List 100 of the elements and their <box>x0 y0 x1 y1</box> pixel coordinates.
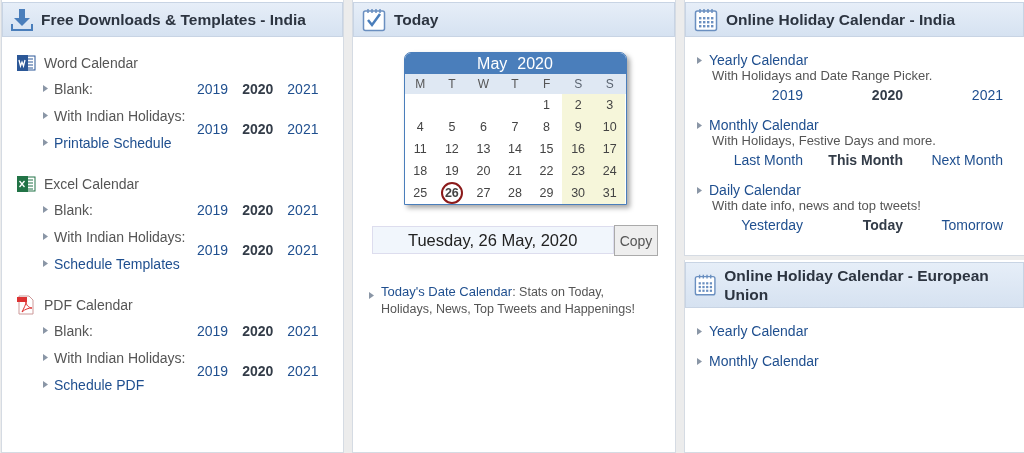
item-label: With Indian Holidays: <box>54 349 186 366</box>
bullet-icon <box>43 381 48 388</box>
year-link[interactable]: 2021 <box>287 242 319 258</box>
calendar-icon <box>694 273 717 297</box>
year-link[interactable]: 2021 <box>287 201 319 218</box>
description-text: With Holidays and Date Range Picker. <box>711 68 934 83</box>
year-link[interactable]: 2021 <box>287 322 319 339</box>
pdf-document-icon <box>16 295 36 315</box>
calendar-link[interactable]: Monthly Calendar <box>709 353 819 369</box>
weekday-label: T <box>510 76 520 93</box>
checked-calendar-icon <box>362 7 386 32</box>
calendar-month: May <box>477 54 508 74</box>
day-number[interactable]: 6 <box>479 120 487 134</box>
option-link[interactable]: This Month <box>828 152 903 168</box>
weekday-label: W <box>476 76 491 93</box>
day-number[interactable]: 3 <box>606 98 614 112</box>
bullet-icon <box>697 327 702 335</box>
option-link[interactable]: 2019 <box>771 87 803 103</box>
day-number[interactable]: 4 <box>416 120 424 134</box>
description-text: With date info, news and top tweets! <box>711 198 922 213</box>
day-number[interactable]: 25 <box>413 186 428 200</box>
year-link[interactable]: 2019 <box>197 363 229 379</box>
year-link[interactable]: 2020 <box>242 201 274 218</box>
calendar-icon <box>694 7 718 32</box>
bullet-icon <box>43 139 48 146</box>
day-number[interactable]: 12 <box>444 142 459 156</box>
year-link[interactable]: 2020 <box>242 363 274 379</box>
day-number[interactable]: 14 <box>508 142 522 156</box>
spreadsheet-icon <box>16 174 36 194</box>
panel-title: Online Holiday Calendar - India <box>726 10 956 29</box>
bullet-icon <box>43 85 48 92</box>
weekday-label: S <box>573 76 584 93</box>
calendar-link[interactable]: Daily Calendar <box>709 182 801 198</box>
weekday-label: F <box>541 76 552 93</box>
description-text: Today's Date Calendar: Stats on Today, Holidays, News, Top Tweets and Happenings! <box>381 283 636 318</box>
day-number[interactable]: 21 <box>508 164 522 178</box>
bullet-icon <box>697 186 702 194</box>
group-title: Excel Calendar <box>44 176 139 192</box>
calendar-link[interactable]: Yearly Calendar <box>709 323 809 339</box>
year-link[interactable]: 2019 <box>197 121 229 137</box>
day-number[interactable]: 27 <box>476 186 491 200</box>
calendar-link[interactable]: Monthly Calendar <box>709 117 819 133</box>
year-link[interactable]: 2020 <box>242 322 274 339</box>
item-link[interactable]: Schedule Templates <box>54 255 180 272</box>
panel-title: Today <box>394 10 439 29</box>
day-number[interactable]: 13 <box>476 142 491 156</box>
day-number[interactable]: 29 <box>539 186 554 200</box>
option-link[interactable]: Today <box>862 217 903 233</box>
day-number[interactable]: 22 <box>539 164 554 178</box>
item-link[interactable]: Printable Schedule <box>54 134 172 151</box>
day-number[interactable]: 7 <box>511 120 519 134</box>
day-number[interactable]: 2 <box>574 98 582 112</box>
year-link[interactable]: 2019 <box>197 322 229 339</box>
bullet-icon <box>43 112 48 119</box>
year-link[interactable]: 2019 <box>197 201 229 218</box>
calendar-link[interactable]: Yearly Calendar <box>709 52 809 68</box>
option-link[interactable]: 2021 <box>971 87 1003 103</box>
panel-title: Free Downloads & Templates - India <box>41 10 306 29</box>
group-title: Word Calendar <box>44 55 138 71</box>
day-number[interactable]: 28 <box>508 186 522 200</box>
day-number[interactable]: 19 <box>444 164 459 178</box>
copy-button[interactable]: Copy <box>613 225 659 256</box>
day-number[interactable]: 26 <box>440 182 463 204</box>
option-link[interactable]: Yesterday <box>741 217 803 233</box>
day-number[interactable]: 20 <box>476 164 491 178</box>
day-number[interactable]: 1 <box>543 98 551 112</box>
bullet-icon <box>43 206 48 213</box>
item-label: Blank: <box>54 201 93 218</box>
weekday-label: M <box>414 76 427 93</box>
bullet-icon <box>369 292 374 299</box>
option-link[interactable]: Next Month <box>931 152 1003 168</box>
year-link[interactable]: 2019 <box>197 242 229 258</box>
year-link[interactable]: 2020 <box>242 80 274 97</box>
day-number[interactable]: 8 <box>543 120 551 134</box>
year-link[interactable]: 2021 <box>287 363 319 379</box>
day-number[interactable]: 9 <box>574 120 582 134</box>
item-label: Blank: <box>54 322 93 339</box>
bullet-icon <box>697 357 702 365</box>
day-number[interactable]: 11 <box>413 142 427 156</box>
download-icon <box>11 8 33 31</box>
bullet-icon <box>697 121 702 129</box>
item-link[interactable]: Schedule PDF <box>54 376 145 393</box>
bullet-icon <box>43 233 48 240</box>
day-number[interactable]: 5 <box>448 120 456 134</box>
day-number[interactable]: 18 <box>413 164 428 178</box>
bullet-icon <box>43 260 48 267</box>
panel-title: Online Holiday Calendar - European Union <box>724 266 990 304</box>
year-link[interactable]: 2021 <box>287 121 319 137</box>
bullet-icon <box>697 56 702 64</box>
option-link[interactable]: Tomorrow <box>941 217 1003 233</box>
option-link[interactable]: 2020 <box>871 87 903 103</box>
year-link[interactable]: 2020 <box>242 121 274 137</box>
item-label: Blank: <box>54 80 93 97</box>
year-link[interactable]: 2020 <box>242 242 274 258</box>
date-field[interactable]: Tuesday, 26 May, 2020 <box>371 226 614 254</box>
option-link[interactable]: Last Month <box>733 152 803 168</box>
day-number[interactable]: 15 <box>539 142 554 156</box>
year-link[interactable]: 2019 <box>197 80 229 97</box>
weekday-label: S <box>604 76 615 93</box>
year-link[interactable]: 2021 <box>287 80 319 97</box>
